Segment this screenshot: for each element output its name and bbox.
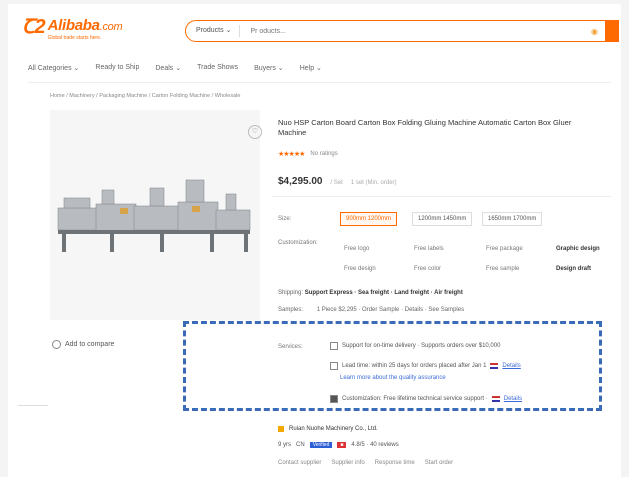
nav-all-categories[interactable]: All Categories ⌄ bbox=[28, 64, 79, 72]
supplier-link-info[interactable]: Supplier info bbox=[331, 460, 364, 466]
price-divider bbox=[272, 196, 611, 197]
search-bar[interactable]: Products ⌄ ◉ bbox=[185, 20, 619, 42]
logo-name: Alibaba bbox=[47, 17, 100, 34]
rating-row: ★★★★★ No ratings bbox=[278, 150, 338, 158]
supplier-meta-row: 9 yrs CN Verified ■ 4.8/5 · 40 reviews bbox=[278, 442, 399, 448]
logo-suffix: .com bbox=[99, 21, 123, 33]
machine-illustration bbox=[50, 110, 260, 320]
red-badge-icon: ■ bbox=[337, 442, 347, 448]
customization-label: Customization: bbox=[278, 240, 318, 246]
camera-icon[interactable]: ◉ bbox=[591, 27, 599, 36]
supplier-name[interactable]: Ruian Nuohe Machinery Co., Ltd. bbox=[289, 426, 378, 432]
compare-label: Add to compare bbox=[65, 341, 115, 348]
size-label: Size: bbox=[278, 216, 292, 222]
samples-text[interactable]: 1 Piece $2,295 · Order Sample · Details … bbox=[317, 307, 464, 313]
search-category-select[interactable]: Products ⌄ bbox=[186, 25, 241, 37]
favorite-heart-icon[interactable]: ♡ bbox=[248, 125, 262, 139]
nav-help[interactable]: Help ⌄ bbox=[300, 64, 322, 72]
price-unit: / Set bbox=[330, 180, 343, 186]
alibaba-logo[interactable]: Ꞇ2 Alibaba.com Global trade starts here. bbox=[22, 16, 123, 41]
nav-deals[interactable]: Deals ⌄ bbox=[155, 64, 181, 72]
nav-buyers[interactable]: Buyers ⌄ bbox=[254, 64, 284, 72]
supplier-links: Contact supplier Supplier info Response … bbox=[278, 460, 453, 466]
size-option-3[interactable]: 1650mm 1700mm bbox=[482, 212, 543, 226]
custom-option-1[interactable]: Free logo bbox=[344, 246, 369, 252]
left-divider bbox=[18, 405, 48, 406]
custom-option-8[interactable]: Design draft bbox=[556, 266, 591, 272]
verified-badge: Verified bbox=[309, 442, 333, 448]
gold-supplier-icon bbox=[278, 426, 284, 432]
shipping-row: Shipping: Support Express · Sea freight … bbox=[278, 290, 463, 296]
nav-ready-to-ship[interactable]: Ready to Ship bbox=[95, 64, 139, 72]
custom-option-7[interactable]: Free sample bbox=[486, 266, 519, 272]
size-option-2[interactable]: 1200mm 1450mm bbox=[412, 212, 473, 226]
price-row: $4,295.00 / Set 1 set (Min. order) bbox=[278, 176, 397, 187]
supplier-years: 9 yrs bbox=[278, 442, 292, 448]
supplier-rating[interactable]: 4.8/5 · 40 reviews bbox=[351, 442, 398, 448]
highlight-region bbox=[183, 321, 602, 411]
product-title: Nuo HSP Carton Board Carton Box Folding … bbox=[278, 118, 572, 137]
shipping-text: Support Express · Sea freight · Land fre… bbox=[304, 290, 463, 296]
rating-stars: ★★★★★ bbox=[278, 151, 305, 158]
price-value: $4,295.00 bbox=[278, 176, 323, 187]
compare-checkbox[interactable] bbox=[52, 340, 61, 349]
rating-text[interactable]: No ratings bbox=[310, 151, 337, 157]
header-divider bbox=[28, 82, 611, 83]
custom-option-5[interactable]: Free design bbox=[344, 266, 376, 272]
search-button[interactable] bbox=[605, 20, 619, 42]
supplier-row: Ruian Nuohe Machinery Co., Ltd. bbox=[278, 426, 378, 432]
custom-option-4[interactable]: Graphic design bbox=[556, 246, 600, 252]
custom-option-2[interactable]: Free labels bbox=[414, 246, 444, 252]
samples-row: Samples: 1 Piece $2,295 · Order Sample ·… bbox=[278, 307, 464, 313]
top-nav: All Categories ⌄ Ready to Ship Deals ⌄ T… bbox=[28, 64, 322, 72]
supplier-link-order[interactable]: Start order bbox=[425, 460, 453, 466]
supplier-link-contact[interactable]: Contact supplier bbox=[278, 460, 321, 466]
product-image[interactable] bbox=[50, 110, 260, 320]
search-input[interactable] bbox=[248, 26, 591, 36]
min-order: 1 set (Min. order) bbox=[350, 180, 397, 186]
custom-option-6[interactable]: Free color bbox=[414, 266, 441, 272]
add-to-compare[interactable]: Add to compare bbox=[52, 340, 114, 349]
shipping-label: Shipping: bbox=[278, 290, 304, 296]
supplier-country: CN bbox=[296, 442, 305, 448]
supplier-link-response[interactable]: Response time bbox=[375, 460, 415, 466]
samples-label: Samples: bbox=[278, 307, 304, 313]
nav-trade-shows[interactable]: Trade Shows bbox=[197, 64, 238, 72]
logo-mark: Ꞇ2 bbox=[22, 16, 46, 38]
size-option-1[interactable]: 900mm 1200mm bbox=[340, 212, 398, 226]
breadcrumb[interactable]: Home / Machinery / Packaging Machine / C… bbox=[50, 93, 240, 99]
custom-option-3[interactable]: Free package bbox=[486, 246, 523, 252]
